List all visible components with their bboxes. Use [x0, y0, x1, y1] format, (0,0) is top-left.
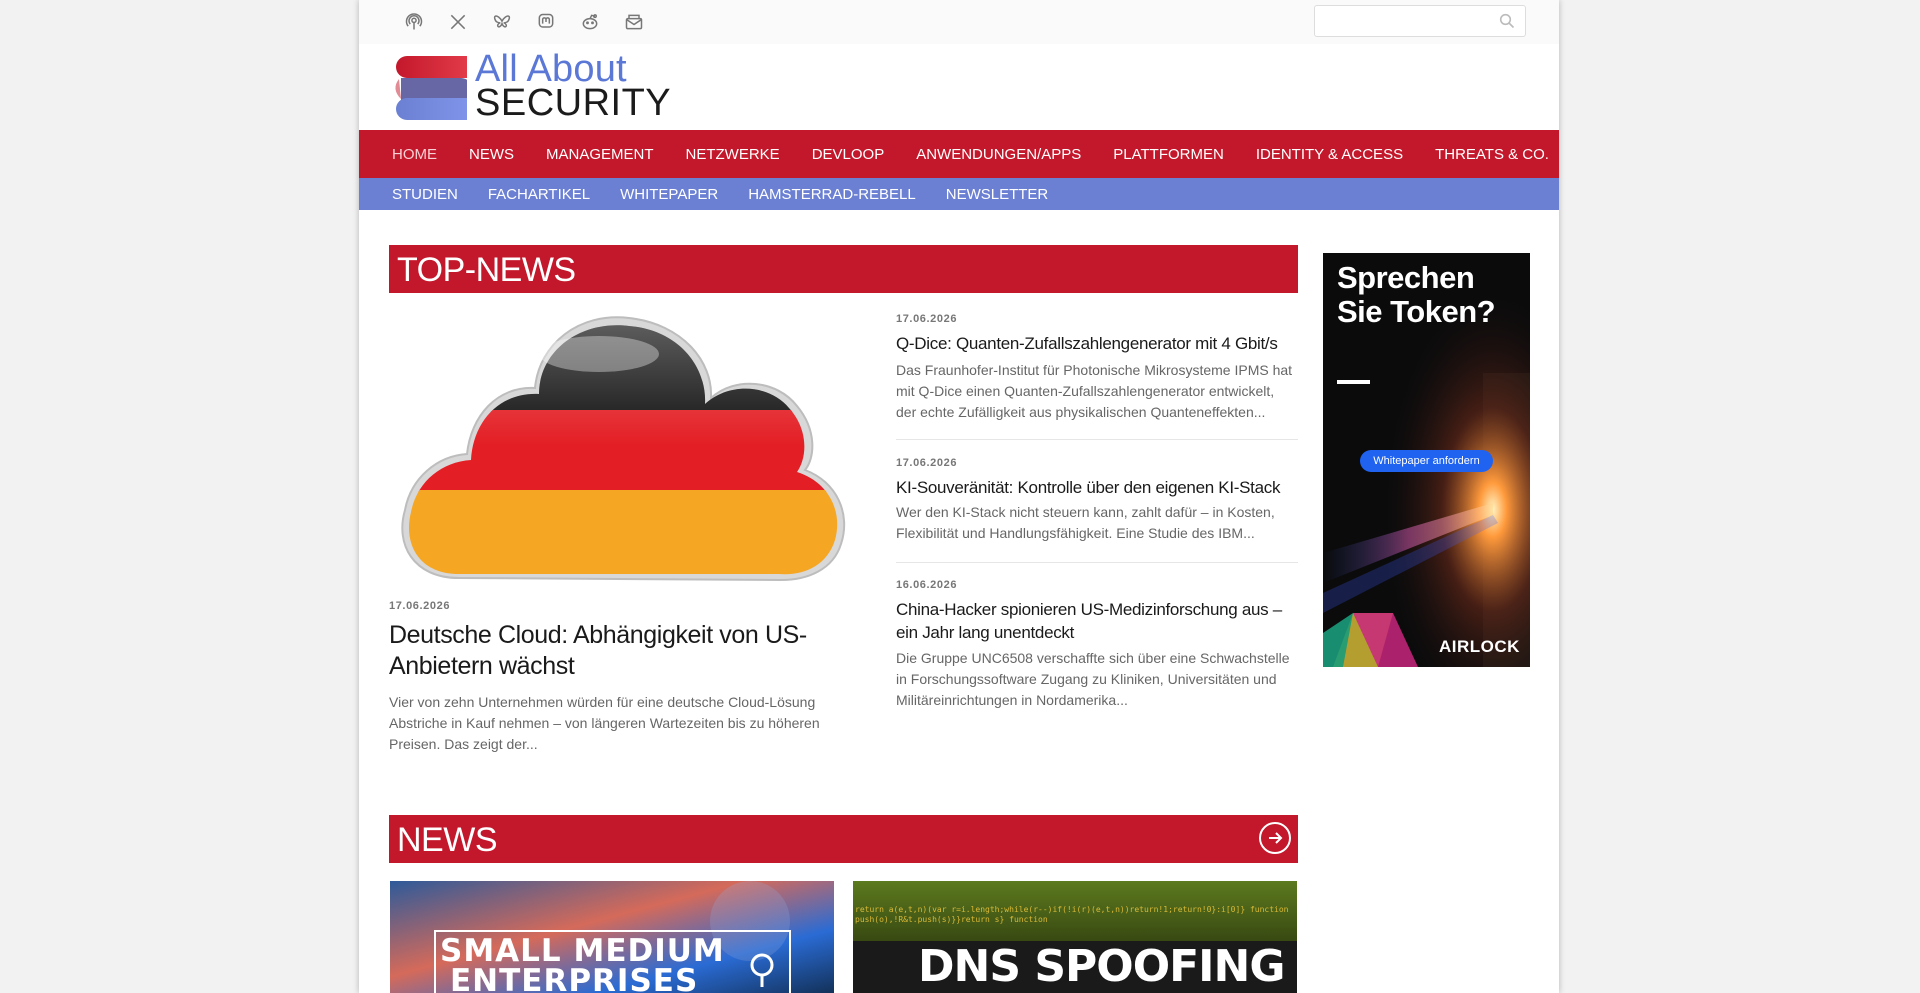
featured-article-title[interactable]: Deutsche Cloud: Abhängigkeit von US-Anbi…	[389, 620, 819, 682]
ad-divider	[1337, 380, 1370, 384]
article-title[interactable]: KI-Souveränität: Kontrolle über den eige…	[896, 476, 1298, 499]
nav-item-plattformen[interactable]: PLATTFORMEN	[1097, 146, 1240, 163]
article-date: 16.06.2026	[896, 579, 958, 591]
nav-item-devloop[interactable]: DEVLOOP	[796, 146, 901, 163]
subnav-item-fachartikel[interactable]: FACHARTIKEL	[472, 186, 604, 203]
logo-text-line2: SECURITY	[475, 82, 672, 124]
news-thumbnail[interactable]: SMALL MEDIUM ENTERPRISES	[390, 881, 834, 993]
subnav-item-newsletter[interactable]: NEWSLETTER	[930, 186, 1063, 203]
site-logo[interactable]: All About SECURITY	[391, 48, 671, 124]
x-twitter-icon[interactable]	[446, 10, 470, 34]
featured-article-image[interactable]	[389, 312, 849, 582]
article-excerpt: Die Gruppe UNC6508 verschaffte sich über…	[896, 650, 1290, 708]
article-excerpt: Das Fraunhofer-Institut für Photonische …	[896, 362, 1293, 420]
thumbnail-caption-line2: ENTERPRISES	[450, 963, 699, 993]
nav-item-management[interactable]: MANAGEMENT	[530, 146, 670, 163]
nav-item-anwendungen[interactable]: ANWENDUNGEN/APPS	[900, 146, 1097, 163]
subnav-item-hamsterrad-rebell[interactable]: HAMSTERRAD-REBELL	[732, 186, 930, 203]
article-date: 17.06.2026	[896, 457, 958, 469]
news-heading: NEWS	[389, 815, 1298, 863]
sidebar-advertisement[interactable]: Sprechen Sie Token? Whitepaper anfordern…	[1323, 253, 1530, 667]
reddit-icon[interactable]	[578, 10, 602, 34]
divider	[896, 562, 1298, 563]
nav-item-threats[interactable]: THREATS & CO.	[1419, 146, 1559, 163]
nav-item-home[interactable]: HOME	[376, 146, 453, 163]
news-list-item: 17.06.2026 Q-Dice: Quanten-Zufallszahlen…	[896, 313, 1298, 423]
nav-item-news[interactable]: NEWS	[453, 146, 530, 163]
sub-navigation: STUDIEN FACHARTIKEL WHITEPAPER HAMSTERRA…	[359, 178, 1559, 210]
page: All About SECURITY HOME NEWS MANAGEMENT …	[359, 0, 1559, 993]
nav-item-identity-access[interactable]: IDENTITY & ACCESS	[1240, 146, 1419, 163]
mastodon-icon[interactable]	[534, 10, 558, 34]
news-thumbnail[interactable]: return a(e,t,n)(var r=i.length;while(r--…	[853, 881, 1297, 993]
ad-brand-logo: AIRLOCK	[1439, 637, 1520, 656]
news-list-item: 16.06.2026 China-Hacker spionieren US-Me…	[896, 579, 1298, 709]
subnav-item-studien[interactable]: STUDIEN	[376, 186, 472, 203]
featured-article-date: 17.06.2026	[389, 600, 451, 612]
top-bar	[359, 0, 1559, 44]
divider	[896, 439, 1298, 440]
main-navigation: HOME NEWS MANAGEMENT NETZWERKE DEVLOOP A…	[359, 130, 1559, 178]
top-news-heading: TOP-NEWS	[389, 245, 1298, 293]
news-heading-label: NEWS	[397, 821, 498, 859]
article-date: 17.06.2026	[896, 313, 958, 325]
news-list-item: 17.06.2026 KI-Souveränität: Kontrolle üb…	[896, 457, 1298, 547]
logo-mark-icon	[395, 56, 467, 120]
newsletter-icon[interactable]	[622, 10, 646, 34]
thumbnail-caption: DNS SPOOFING	[918, 941, 1285, 992]
podcast-icon[interactable]	[402, 10, 426, 34]
featured-article-excerpt: Vier von zehn Unternehmen würden für ein…	[389, 694, 820, 752]
ad-headline: Sprechen Sie Token?	[1337, 260, 1496, 329]
arrow-right-icon[interactable]	[1259, 822, 1291, 854]
thumbnail-code-overlay: return a(e,t,n)(var r=i.length;while(r--…	[855, 905, 1289, 924]
article-excerpt: Wer den KI-Stack nicht steuern kann, zah…	[896, 504, 1275, 541]
article-title[interactable]: China-Hacker spionieren US-Medizinforsch…	[896, 598, 1298, 644]
search-input[interactable]	[1321, 10, 1495, 34]
bluesky-icon[interactable]	[490, 10, 514, 34]
nav-item-netzwerke[interactable]: NETZWERKE	[670, 146, 796, 163]
article-title[interactable]: Q-Dice: Quanten-Zufallszahlengenerator m…	[896, 332, 1298, 355]
ad-cta-button[interactable]: Whitepaper anfordern	[1360, 450, 1493, 472]
search-icon[interactable]	[1499, 13, 1515, 29]
search-box[interactable]	[1314, 5, 1526, 37]
subnav-item-whitepaper[interactable]: WHITEPAPER	[604, 186, 732, 203]
